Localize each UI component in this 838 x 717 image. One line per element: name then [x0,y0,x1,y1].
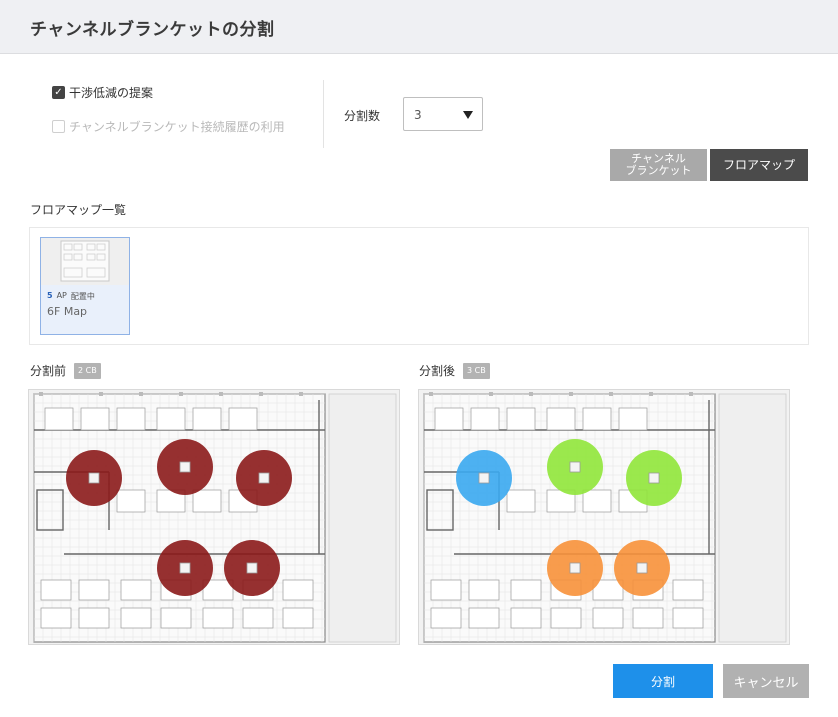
map-after-badge: 3 CB [463,362,490,379]
ap-coverage-layer [66,439,292,596]
cancel-button[interactable]: キャンセル [723,664,809,698]
dialog-header: チャンネルブランケットの分割 [0,0,838,54]
map-after-label: 分割後 [419,364,456,378]
ap-marker-icon[interactable] [179,562,191,574]
ap-coverage-layer [456,439,682,596]
placement-status: 配置中 [70,292,95,301]
map-before-header: 分割前 2 CB [30,362,101,379]
split-count-label: 分割数 [344,109,381,123]
history-checkbox [52,120,65,133]
ap-marker-icon[interactable] [636,562,648,574]
ap-marker-icon[interactable] [179,461,191,473]
ap-marker-icon[interactable] [569,461,581,473]
interference-checkbox[interactable]: ✓ [52,86,65,99]
ap-label: AP [56,291,67,300]
ap-marker-icon[interactable] [478,472,490,484]
floor-map-after [418,389,790,645]
map-before-badge: 2 CB [74,362,101,379]
history-label: チャンネルブランケット接続履歴の利用 [69,120,285,134]
floor-map-toggle[interactable]: フロアマップ [710,149,808,181]
floor-map-thumbnail [41,238,129,285]
map-before-label: 分割前 [30,364,67,378]
split-count-value: 3 [414,108,422,122]
ap-marker-icon[interactable] [648,472,660,484]
split-button[interactable]: 分割 [613,664,713,698]
history-option: チャンネルブランケット接続履歴の利用 [52,118,285,135]
ap-count: 5 [47,291,53,300]
floor-map-card-meta: 5 AP 配置中 [47,291,95,302]
floor-map-before [28,389,400,645]
interference-label: 干渉低減の提案 [69,86,154,100]
floor-map-list: 5 AP 配置中 6F Map [29,227,809,345]
floor-map-name: 6F Map [47,305,88,318]
ap-marker-icon[interactable] [246,562,258,574]
interference-option[interactable]: ✓ 干渉低減の提案 [52,84,153,101]
dialog-title: チャンネルブランケットの分割 [30,20,275,40]
map-after-header: 分割後 3 CB [419,362,490,379]
ap-marker-icon[interactable] [258,472,270,484]
ap-marker-icon[interactable] [569,562,581,574]
ap-marker-icon[interactable] [88,472,100,484]
channel-blanket-toggle[interactable]: チャンネル ブランケット [610,149,707,181]
options-divider [323,80,324,148]
caret-down-icon [463,111,473,119]
split-count-select[interactable]: 3 [403,97,483,131]
floor-list-title: フロアマップ一覧 [30,203,127,217]
floor-map-card[interactable]: 5 AP 配置中 6F Map [40,237,130,335]
